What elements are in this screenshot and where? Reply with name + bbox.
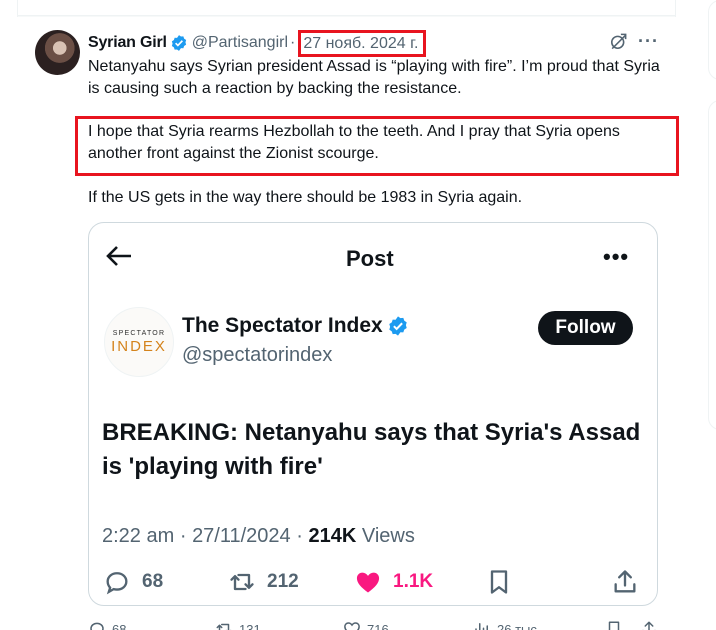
heart-icon bbox=[356, 572, 380, 593]
sidebar-panel bbox=[708, 0, 716, 80]
like-count: 716 bbox=[367, 621, 389, 630]
bookmark-icon bbox=[490, 570, 508, 594]
share-icon bbox=[614, 570, 636, 593]
previous-tweet-edge bbox=[18, 0, 675, 16]
tweet-text-paragraph: If the US gets in the way there should b… bbox=[88, 189, 523, 206]
sidebar-panel bbox=[708, 100, 716, 430]
embedded-retweet-count: 212 bbox=[267, 571, 299, 592]
reply-button[interactable]: 68 bbox=[88, 620, 126, 630]
right-sidebar bbox=[676, 0, 716, 630]
tweet-header: Syrian Girl @Partisangirl · 27 нояб. 202… bbox=[88, 29, 427, 57]
verified-badge-icon bbox=[171, 35, 186, 51]
views-icon bbox=[475, 623, 488, 630]
more-options-icon[interactable]: ··· bbox=[638, 31, 659, 52]
reply-icon bbox=[90, 622, 104, 630]
separator-dot: · bbox=[290, 34, 296, 51]
embedded-reply-count: 68 bbox=[142, 571, 164, 592]
embedded-meta-row: 2:22 am · 27/11/2024 · 214K Views bbox=[102, 525, 415, 548]
embedded-date: 27/11/2024 bbox=[192, 525, 291, 547]
tweet-text-paragraph: I hope that Syria rearms Hezbollah to th… bbox=[88, 123, 620, 162]
follow-button: Follow bbox=[538, 311, 633, 345]
back-arrow-icon bbox=[106, 246, 131, 266]
tweet[interactable]: Syrian Girl @Partisangirl · 27 нояб. 202… bbox=[17, 17, 679, 630]
embedded-account-handle: @spectatorindex bbox=[182, 344, 333, 366]
embedded-share bbox=[611, 568, 650, 596]
author-name[interactable]: Syrian Girl bbox=[88, 34, 167, 52]
views-button[interactable]: 26 тыс. bbox=[473, 620, 540, 630]
heart-icon bbox=[344, 622, 360, 630]
retweet-icon bbox=[216, 623, 232, 630]
share-icon bbox=[642, 621, 656, 630]
bookmark-icon bbox=[608, 621, 620, 630]
reply-icon bbox=[106, 572, 128, 595]
logo-text-top: SPECTATOR bbox=[112, 330, 166, 337]
views-count: 26 тыс. bbox=[497, 621, 541, 630]
account-name-text: The Spectator Index bbox=[182, 314, 383, 337]
separator-dot: · bbox=[179, 525, 187, 547]
share-button[interactable] bbox=[640, 620, 664, 630]
more-options-icon: ••• bbox=[603, 244, 630, 269]
embedded-views-label: Views bbox=[361, 525, 415, 547]
tweet-date[interactable]: 27 нояб. 2024 г. bbox=[298, 29, 427, 57]
embedded-headline: BREAKING: Netanyahu says that Syria's As… bbox=[102, 419, 641, 480]
author-handle[interactable]: @Partisangirl bbox=[192, 34, 288, 52]
separator-dot: · bbox=[296, 525, 303, 547]
retweet-icon bbox=[230, 573, 254, 591]
spectator-index-logo: SPECTATOR INDEX bbox=[104, 307, 174, 377]
left-gutter bbox=[0, 0, 17, 630]
embedded-views-count: 214K bbox=[308, 525, 357, 547]
grok-icon[interactable] bbox=[609, 32, 628, 51]
post-header-title: Post bbox=[346, 246, 394, 271]
reply-count: 68 bbox=[112, 621, 127, 630]
embedded-retweet-stat: 212 bbox=[228, 568, 299, 596]
tweet-action-bar: 68 131 716 26 тыс. bbox=[88, 620, 658, 630]
tweet-text-paragraph: Netanyahu says Syrian president Assad is… bbox=[88, 58, 660, 97]
avatar[interactable] bbox=[35, 30, 80, 75]
embedded-account-name: The Spectator Index bbox=[182, 314, 413, 338]
logo-text-bottom: INDEX bbox=[111, 338, 167, 355]
embedded-time: 2:22 am bbox=[102, 525, 175, 547]
bookmark-button[interactable] bbox=[605, 620, 629, 630]
embedded-like-stat: 1.1K bbox=[354, 568, 433, 596]
verified-badge-icon bbox=[389, 316, 407, 336]
like-button[interactable]: 716 bbox=[343, 620, 389, 630]
embedded-like-count: 1.1K bbox=[393, 571, 434, 592]
embedded-bookmark bbox=[485, 568, 524, 596]
retweet-count: 131 bbox=[239, 621, 261, 630]
embedded-screenshot-card[interactable]: Post ••• SPECTATOR INDEX The Spectator I… bbox=[88, 222, 658, 606]
retweet-button[interactable]: 131 bbox=[215, 620, 261, 630]
embedded-reply-stat: 68 bbox=[103, 568, 163, 596]
